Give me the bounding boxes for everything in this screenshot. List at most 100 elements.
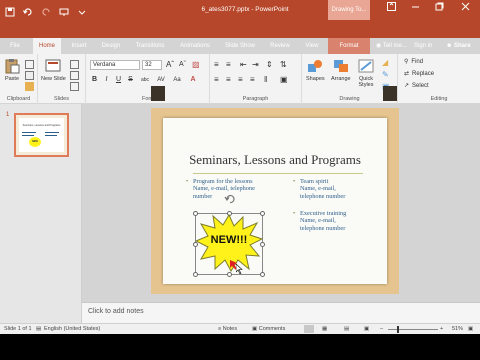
numbering-icon[interactable]: ≡ <box>226 60 231 69</box>
notes-pane[interactable]: Click to add notes <box>82 302 480 323</box>
replace-label: Replace <box>412 70 435 77</box>
quick-styles-button[interactable]: Quick Styles <box>356 58 376 88</box>
format-painter-icon[interactable] <box>25 82 34 91</box>
align-center-icon[interactable]: ≡ <box>226 75 231 84</box>
minimize-icon[interactable] <box>408 2 422 16</box>
change-case-button[interactable]: Aa <box>170 75 184 85</box>
share-button[interactable]: ☻ Share <box>446 38 471 54</box>
close-icon[interactable] <box>458 2 472 16</box>
shadow-button[interactable]: abc <box>138 75 152 85</box>
language-label[interactable]: English (United States) <box>44 325 100 334</box>
text-direction-icon[interactable]: ⇅ <box>280 60 287 69</box>
letterbox-bottom <box>0 334 480 360</box>
bullet-right-1[interactable]: • Team spirit Name, e-mail, telephone nu… <box>293 178 345 200</box>
tab-slide-show[interactable]: Slide Show <box>220 38 260 54</box>
tab-transitions[interactable]: Transitions <box>130 38 170 54</box>
reading-view-icon[interactable]: ▤ <box>344 325 349 334</box>
slide-title[interactable]: Seminars, Lessons and Programs <box>163 152 387 168</box>
strikethrough-button[interactable]: S <box>126 75 135 85</box>
spelling-icon[interactable]: ▤ <box>36 325 41 334</box>
shape-fill-icon[interactable]: ◢ <box>382 58 388 67</box>
mouse-cursor-icon <box>236 264 243 274</box>
save-icon[interactable] <box>4 6 16 18</box>
bullet-right-2[interactable]: • Executive training Name, e-mail, telep… <box>293 210 346 232</box>
notes-placeholder: Click to add notes <box>88 308 144 315</box>
shapes-button[interactable]: Shapes <box>306 58 325 82</box>
sign-in-link[interactable]: Sign in <box>414 38 432 54</box>
tab-insert[interactable]: Insert <box>66 38 92 54</box>
font-color-button[interactable]: A <box>186 75 200 85</box>
replace-button[interactable]: ⇄ Replace <box>404 70 435 78</box>
copy-icon[interactable] <box>25 71 34 80</box>
person-icon: ☻ <box>446 43 453 49</box>
clipboard-group-label: Clipboard <box>6 96 31 102</box>
zoom-slider-thumb[interactable] <box>397 326 399 333</box>
slideshow-view-icon[interactable]: ▣ <box>364 325 369 334</box>
align-right-icon[interactable]: ≡ <box>238 75 243 84</box>
zoom-slider-track[interactable] <box>388 329 438 330</box>
section-icon[interactable] <box>70 82 79 91</box>
tab-design[interactable]: Design <box>96 38 126 54</box>
normal-view-icon[interactable] <box>304 325 314 333</box>
paragraph-group: ≡ ≡ ⇤ ⇥ ⇕ ⇅ ≡ ≡ ≡ ≡ ‖ ▣ Paragraph <box>210 54 302 104</box>
font-size-field[interactable]: 32 <box>142 60 162 70</box>
zoom-level[interactable]: 51% <box>452 325 463 334</box>
clear-formatting-icon[interactable]: ▨ <box>192 60 200 69</box>
customize-icon[interactable] <box>76 6 88 18</box>
burst-text: NEW!!! <box>210 234 248 246</box>
reset-icon[interactable] <box>70 71 79 80</box>
layout-icon[interactable] <box>70 60 79 69</box>
tab-home[interactable]: Home <box>33 38 61 54</box>
justify-icon[interactable]: ≡ <box>250 75 255 84</box>
paragraph-group-label: Paragraph <box>242 96 269 102</box>
rotate-handle-icon[interactable] <box>224 193 236 207</box>
italic-button[interactable]: I <box>102 75 111 85</box>
bullets-icon[interactable]: ≡ <box>214 60 219 69</box>
restore-icon[interactable] <box>432 2 446 16</box>
bullet-dot: • <box>293 178 296 185</box>
columns-icon[interactable]: ‖ <box>264 75 267 84</box>
thumbnail-text-line <box>22 132 36 133</box>
find-button[interactable]: ⚲ Find <box>404 58 423 66</box>
paste-button[interactable]: Paste <box>3 58 21 82</box>
slide-thumbnail[interactable]: Seminars, Lessons and Programs NEW <box>14 113 69 157</box>
zoom-out-icon[interactable]: – <box>380 325 383 334</box>
undo-icon[interactable] <box>22 6 34 18</box>
zoom-in-icon[interactable]: + <box>440 325 443 334</box>
bold-button[interactable]: B <box>90 75 99 85</box>
underline-button[interactable]: U <box>114 75 123 85</box>
select-button[interactable]: ↗ Select <box>404 82 429 90</box>
thumbnail-paper: Seminars, Lessons and Programs NEW <box>19 118 64 152</box>
slideshow-start-icon[interactable] <box>58 6 70 18</box>
slide-sorter-icon[interactable]: ▦ <box>322 325 327 334</box>
tab-format[interactable]: Format <box>328 38 370 54</box>
line-spacing-icon[interactable]: ⇕ <box>266 60 273 69</box>
thumbnail-title: Seminars, Lessons and Programs <box>22 124 61 127</box>
decrease-indent-icon[interactable]: ⇤ <box>240 60 247 69</box>
redo-icon[interactable] <box>40 6 52 18</box>
align-left-icon[interactable]: ≡ <box>214 75 219 84</box>
font-name-field[interactable]: Verdana <box>90 60 140 70</box>
fit-slide-icon[interactable]: ▣ <box>468 325 473 334</box>
tab-animations[interactable]: Animations <box>174 38 216 54</box>
tell-me-box[interactable]: ◉ Tell me... <box>376 38 407 54</box>
smartart-icon[interactable]: ▣ <box>280 75 288 84</box>
ribbon-display-options-icon[interactable] <box>384 2 398 16</box>
new-slide-button[interactable]: New Slide <box>41 58 66 82</box>
character-spacing-button[interactable]: AV <box>154 75 168 85</box>
bullet-left-sub-1: Name, e-mail, telephone <box>193 185 255 193</box>
cut-icon[interactable] <box>25 60 34 69</box>
grow-font-icon[interactable]: Aˆ <box>166 60 174 69</box>
shape-outline-icon[interactable]: ✎ <box>382 70 389 79</box>
shrink-font-icon[interactable]: Aˇ <box>179 61 186 68</box>
increase-indent-icon[interactable]: ⇥ <box>252 60 259 69</box>
slides-group-label: Slides <box>54 96 69 102</box>
tab-view[interactable]: View <box>300 38 324 54</box>
tab-review[interactable]: Review <box>264 38 296 54</box>
arrange-button[interactable]: Arrange <box>331 58 351 82</box>
paste-icon <box>5 59 20 74</box>
slide-canvas[interactable]: Seminars, Lessons and Programs <box>151 108 399 294</box>
comments-toggle[interactable]: ▣ Comments <box>252 325 285 334</box>
notes-toggle[interactable]: ≡ Notes <box>218 325 237 334</box>
tab-file[interactable]: File <box>6 38 24 54</box>
